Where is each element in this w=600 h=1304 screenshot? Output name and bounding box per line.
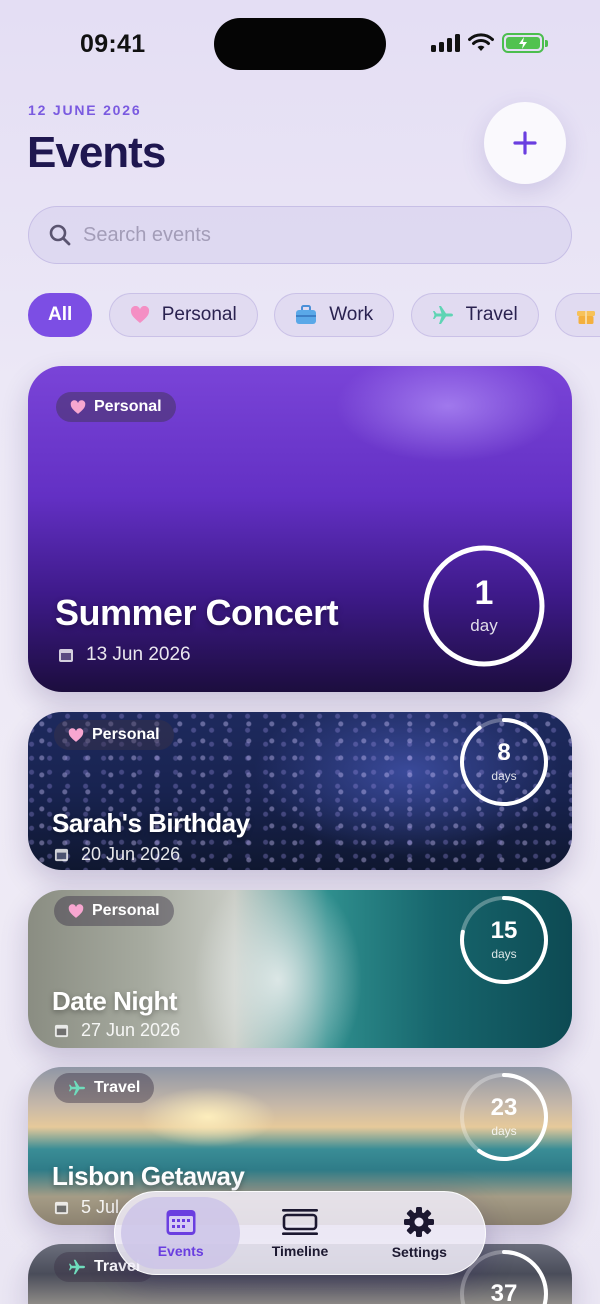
tab-label: Settings [391, 1244, 447, 1260]
event-title: Lisbon Getaway [52, 1161, 245, 1191]
event-date: 20 Jun 2026 [54, 844, 180, 865]
heart-icon [68, 727, 84, 743]
countdown-number: 1 [474, 574, 494, 612]
search-icon [49, 224, 71, 246]
filter-chip-label: Personal [161, 304, 237, 325]
countdown-number: 23 [490, 1094, 518, 1121]
calendar-icon [54, 1200, 69, 1215]
tab-events[interactable]: Events [121, 1197, 241, 1269]
gift-icon [576, 305, 596, 325]
tab-bar: Events Timeline Settings [114, 1191, 486, 1275]
countdown-ring: 1 day [422, 544, 546, 668]
countdown-ring: 8 days [458, 716, 550, 808]
countdown-number: 15 [490, 917, 518, 944]
plus-icon [513, 131, 537, 155]
briefcase-icon [295, 305, 317, 325]
event-card-summer-concert[interactable]: Personal Summer Concert 13 Jun 2026 1 da… [28, 366, 572, 692]
event-date-text: 27 Jun 2026 [81, 1020, 181, 1040]
countdown-number: 37 [490, 1280, 518, 1304]
heart-icon [70, 399, 86, 415]
tab-label: Timeline [271, 1243, 329, 1259]
event-card-sarahs-birthday[interactable]: Personal Sarah's Birthday 20 Jun 2026 8 … [28, 712, 572, 870]
tab-timeline[interactable]: Timeline [240, 1197, 359, 1269]
add-event-button[interactable] [484, 102, 566, 184]
category-label: Personal [92, 726, 160, 743]
countdown-unit: days [491, 769, 517, 783]
search-input[interactable] [83, 223, 503, 247]
category-badge: Personal [54, 896, 174, 926]
filter-chips: All Personal Work Travel Ho [28, 293, 600, 337]
calendar-icon [54, 847, 69, 862]
event-title: Date Night [52, 986, 178, 1016]
status-icons [431, 33, 548, 53]
airplane-icon [68, 1080, 86, 1096]
event-date-text: 13 Jun 2026 [86, 644, 191, 665]
countdown-unit: days [491, 1124, 517, 1138]
page-title: Events [27, 128, 166, 177]
tab-label: Events [157, 1243, 204, 1259]
filter-chip-personal[interactable]: Personal [108, 293, 258, 337]
heart-icon [130, 306, 150, 324]
filter-chip-label: Work [329, 304, 374, 325]
battery-icon [502, 33, 548, 53]
category-label: Personal [92, 902, 160, 919]
timeline-icon [281, 1209, 318, 1235]
event-date: 13 Jun 2026 [58, 644, 191, 666]
event-card-date-night[interactable]: Personal Date Night 27 Jun 2026 15 days [28, 890, 572, 1048]
event-date-text: 20 Jun 2026 [81, 844, 181, 864]
filter-chip-all[interactable]: All [28, 293, 93, 337]
filter-chip-holiday[interactable]: Ho [555, 293, 600, 337]
event-date: 5 Jul [54, 1197, 119, 1218]
gear-icon [404, 1207, 435, 1237]
current-date: 12 JUNE 2026 [28, 102, 142, 118]
event-date-text: 5 Jul [81, 1197, 120, 1217]
signal-icon [431, 34, 460, 52]
tab-settings[interactable]: Settings [360, 1197, 479, 1269]
countdown-unit: day [470, 616, 498, 635]
airplane-icon [68, 1259, 86, 1275]
countdown-ring: 15 days [458, 894, 550, 986]
category-badge: Personal [56, 392, 176, 422]
filter-chip-label: Travel [465, 304, 518, 325]
calendar-icon [54, 1023, 69, 1038]
calendar-icon [166, 1210, 196, 1235]
calendar-icon [58, 647, 74, 663]
countdown-unit: days [491, 947, 517, 961]
heart-icon [68, 903, 84, 919]
event-date: 27 Jun 2026 [54, 1020, 180, 1041]
status-bar: 09:41 [0, 0, 600, 90]
event-title: Summer Concert [55, 592, 339, 633]
filter-chip-travel[interactable]: Travel [410, 293, 539, 337]
category-badge: Travel [54, 1073, 155, 1103]
category-label: Personal [94, 398, 162, 415]
airplane-icon [432, 305, 454, 325]
countdown-number: 8 [497, 739, 511, 766]
countdown-ring: 23 days [458, 1071, 550, 1163]
status-time: 09:41 [80, 30, 146, 58]
category-badge: Personal [54, 720, 174, 750]
search-bar[interactable] [28, 206, 572, 264]
category-label: Travel [94, 1079, 141, 1096]
filter-chip-work[interactable]: Work [274, 293, 395, 337]
dynamic-island [214, 18, 386, 70]
wifi-icon [468, 33, 494, 51]
event-title: Sarah's Birthday [52, 808, 250, 838]
filter-chip-label: All [48, 304, 73, 325]
